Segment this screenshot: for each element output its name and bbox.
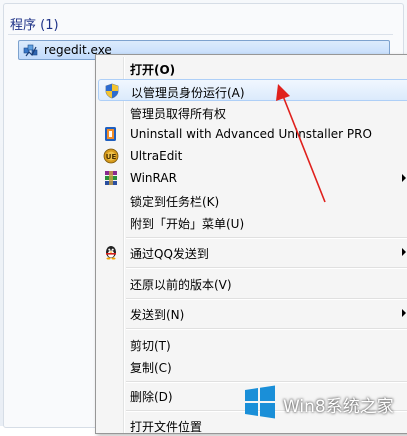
submenu-arrow-icon xyxy=(402,248,406,256)
svg-text:UE: UE xyxy=(106,153,117,161)
menu-item-label: 删除(D) xyxy=(130,390,173,404)
submenu-arrow-icon xyxy=(402,309,406,317)
menu-item-cut[interactable]: 剪切(T) xyxy=(98,333,407,355)
menu-item-pin-taskbar[interactable]: 锁定到任务栏(K) xyxy=(98,189,407,211)
menu-item-label: UltraEdit xyxy=(130,149,183,163)
menu-item-send-to[interactable]: 发送到(N) xyxy=(98,302,407,324)
menu-separator xyxy=(126,237,407,239)
menu-separator xyxy=(126,328,407,330)
menu-item-label: 锁定到任务栏(K) xyxy=(130,195,220,209)
menu-item-label: 附到「开始」菜单(U) xyxy=(130,217,245,231)
menu-separator xyxy=(126,267,407,269)
menu-item-label: 还原以前的版本(V) xyxy=(130,278,232,292)
menu-item-send-via-qq[interactable]: 通过QQ发送到 xyxy=(98,241,407,263)
menu-item-label: Uninstall with Advanced Uninstaller PRO xyxy=(130,127,372,141)
advanced-uninstaller-icon xyxy=(105,127,116,141)
menu-separator xyxy=(126,298,407,300)
menu-item-label: 通过QQ发送到 xyxy=(130,247,209,261)
group-header-programs[interactable]: 程序 (1) xyxy=(10,14,59,33)
menu-item-label: 打开文件位置 xyxy=(130,420,203,434)
menu-item-pin-start[interactable]: 附到「开始」菜单(U) xyxy=(98,211,407,233)
menu-item-open[interactable]: 打开(O) xyxy=(98,57,407,79)
menu-item-restore-previous[interactable]: 还原以前的版本(V) xyxy=(98,272,407,294)
windows-logo-icon xyxy=(245,385,275,419)
menu-item-label: WinRAR xyxy=(130,171,177,185)
ultraedit-icon: UE xyxy=(103,148,119,164)
menu-item-label: 剪切(T) xyxy=(130,339,171,353)
menu-separator xyxy=(126,381,407,383)
menu-item-winrar[interactable]: WinRAR xyxy=(98,167,407,189)
qq-penguin-icon xyxy=(106,246,116,260)
context-menu: 打开(O) 以管理员身份运行(A) 管理员取得所有权 Uninstall wit… xyxy=(95,54,407,434)
watermark: Win8系统之家 xyxy=(243,385,403,421)
group-divider xyxy=(8,34,393,35)
menu-item-label: 打开(O) xyxy=(130,63,176,77)
menu-item-label: 以管理员身份运行(A) xyxy=(131,86,245,100)
menu-item-ultraedit[interactable]: UE UltraEdit xyxy=(98,145,407,167)
uac-shield-icon xyxy=(105,83,119,99)
winrar-icon xyxy=(105,171,117,185)
menu-item-run-as-admin[interactable]: 以管理员身份运行(A) xyxy=(98,79,407,101)
menu-item-label: 管理员取得所有权 xyxy=(130,107,227,121)
menu-item-label: 发送到(N) xyxy=(130,308,185,322)
menu-item-advanced-uninstaller[interactable]: Uninstall with Advanced Uninstaller PRO xyxy=(98,123,407,145)
menu-item-take-ownership[interactable]: 管理员取得所有权 xyxy=(98,101,407,123)
submenu-arrow-icon xyxy=(402,174,406,182)
registry-editor-icon xyxy=(23,44,38,57)
menu-item-label: 复制(C) xyxy=(130,361,172,375)
watermark-text: Win8系统之家 xyxy=(283,397,394,417)
menu-item-copy[interactable]: 复制(C) xyxy=(98,355,407,377)
